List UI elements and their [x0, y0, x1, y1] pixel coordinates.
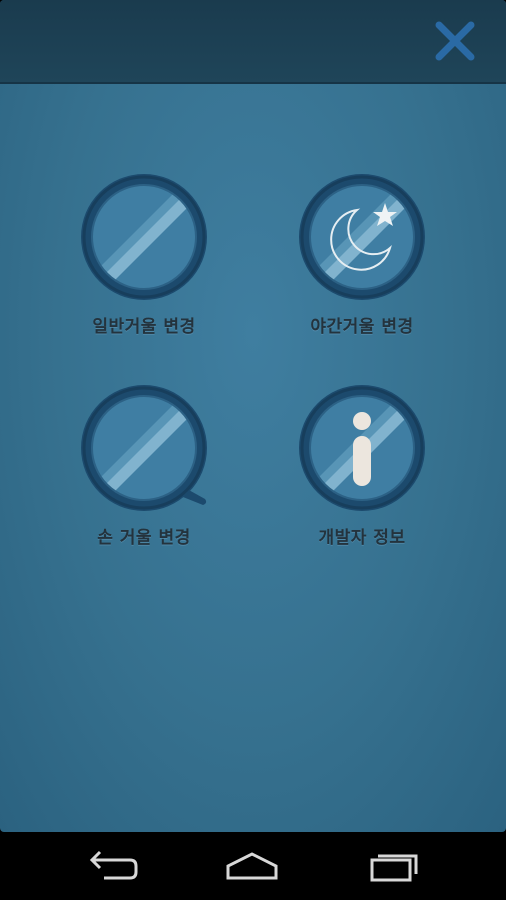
top-bar: [0, 0, 506, 84]
developer-info-label: 개발자 정보: [318, 528, 406, 548]
home-button[interactable]: [222, 846, 282, 886]
night-mirror-button[interactable]: 야간거울 변경: [262, 170, 462, 360]
menu-panel: 일반거울 변경 야간거울 변경 손 거울 변경 개발자 정보: [0, 0, 506, 832]
system-nav-bar: [0, 832, 506, 900]
mirror-night-icon: [299, 174, 425, 300]
close-button[interactable]: [432, 18, 478, 64]
developer-info-button[interactable]: 개발자 정보: [262, 381, 462, 571]
home-icon: [226, 852, 278, 880]
mirror-normal-icon: [81, 174, 207, 300]
hand-mirror-label: 손 거울 변경: [97, 528, 191, 548]
recents-icon: [370, 854, 418, 882]
back-button[interactable]: [82, 846, 142, 886]
normal-mirror-button[interactable]: 일반거울 변경: [44, 170, 244, 360]
mirror-hand-icon: [81, 385, 207, 511]
info-icon: [299, 385, 425, 511]
normal-mirror-label: 일반거울 변경: [92, 317, 196, 337]
recents-button[interactable]: [364, 846, 424, 886]
close-icon: [435, 21, 475, 61]
night-mirror-label: 야간거울 변경: [310, 317, 414, 337]
hand-mirror-button[interactable]: 손 거울 변경: [44, 381, 244, 571]
back-icon: [89, 850, 138, 880]
